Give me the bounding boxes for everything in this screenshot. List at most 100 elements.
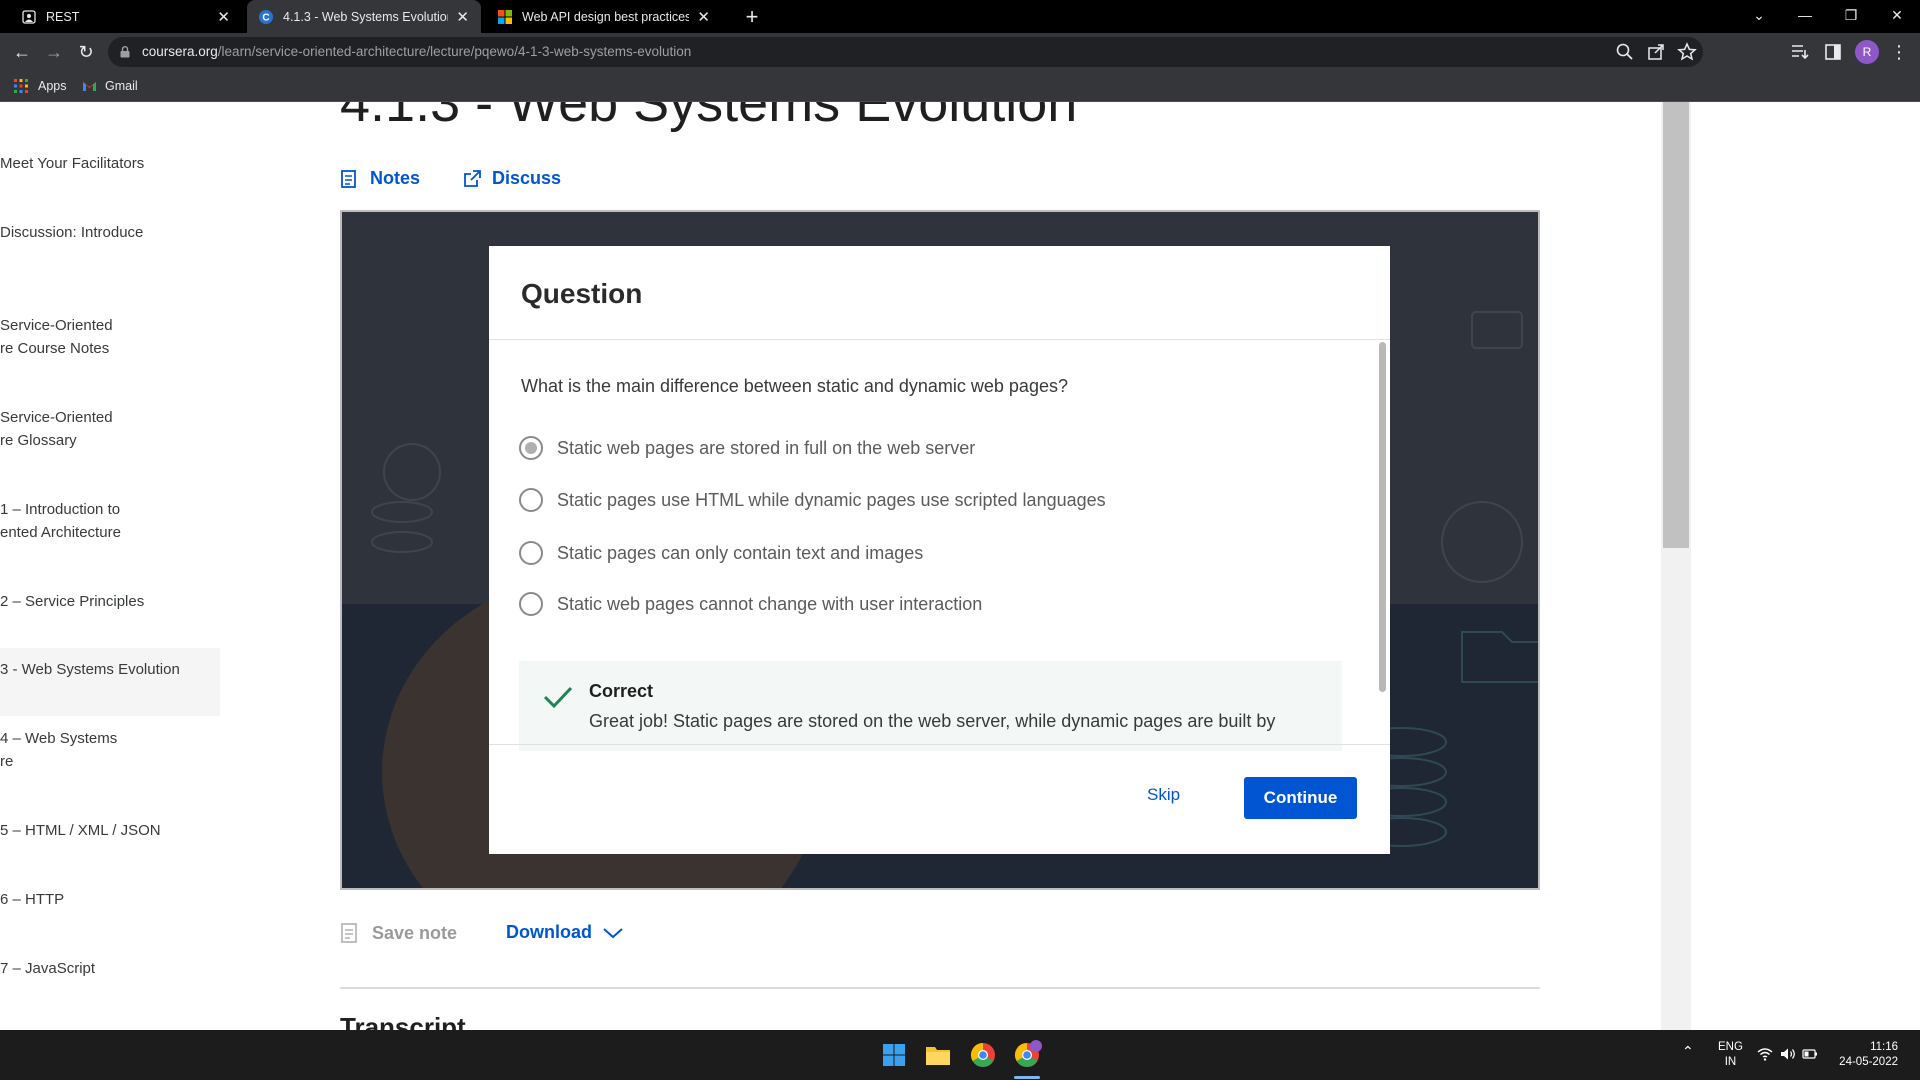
side-panel-icon[interactable] bbox=[1823, 42, 1843, 62]
lock-icon bbox=[120, 46, 130, 58]
reading-list-icon[interactable] bbox=[1790, 42, 1810, 62]
option-4[interactable]: Static web pages cannot change with user… bbox=[519, 590, 982, 618]
sidebar-item-web-systems-evolution[interactable]: 3 - Web Systems Evolution bbox=[0, 648, 220, 716]
address-bar[interactable]: coursera.org/learn/service-oriented-arch… bbox=[108, 37, 1703, 67]
chrome-icon[interactable] bbox=[966, 1038, 1000, 1072]
url-text: coursera.org/learn/service-oriented-arch… bbox=[142, 37, 691, 67]
forward-button[interactable]: → bbox=[40, 38, 68, 66]
profile-avatar[interactable]: R bbox=[1855, 40, 1879, 64]
option-3[interactable]: Static pages can only contain text and i… bbox=[519, 539, 923, 567]
section-divider bbox=[340, 987, 1540, 989]
option-label: Static web pages are stored in full on t… bbox=[557, 437, 976, 458]
browser-menu-icon[interactable]: ⋮ bbox=[1890, 38, 1908, 66]
modal-footer: Skip Continue bbox=[489, 744, 1390, 854]
radio-button[interactable] bbox=[519, 541, 543, 565]
new-tab-button[interactable]: + bbox=[738, 3, 766, 31]
sidebar-item-javascript[interactable]: 7 – JavaScript bbox=[0, 957, 220, 980]
option-2[interactable]: Static pages use HTML while dynamic page… bbox=[519, 486, 1106, 514]
page-scrollbar-thumb[interactable] bbox=[1663, 102, 1689, 548]
sidebar-item-web-systems[interactable]: 4 – Web Systems re bbox=[0, 727, 220, 773]
zoom-icon[interactable] bbox=[1615, 42, 1635, 62]
sidebar-item-discussion[interactable]: Discussion: Introduce bbox=[0, 221, 220, 244]
bookmark-gmail[interactable]: Gmail bbox=[82, 71, 138, 101]
close-tab-icon[interactable]: ✕ bbox=[217, 8, 230, 26]
tab-web-systems-evolution[interactable]: C 4.1.3 - Web Systems Evolution | C ✕ bbox=[247, 0, 481, 33]
radio-button[interactable] bbox=[519, 488, 543, 512]
discuss-label: Discuss bbox=[492, 168, 562, 188]
sidebar-item-html-xml-json[interactable]: 5 – HTML / XML / JSON bbox=[0, 819, 220, 842]
download-dropdown[interactable]: Download bbox=[506, 922, 624, 943]
continue-button[interactable]: Continue bbox=[1244, 777, 1357, 819]
bookmark-star-icon[interactable] bbox=[1677, 42, 1697, 62]
modal-title: Question bbox=[521, 278, 643, 309]
course-outline-sidebar: Meet Your Facilitators Discussion: Intro… bbox=[0, 102, 220, 1030]
svg-text:C: C bbox=[262, 12, 269, 23]
reload-button[interactable]: ↻ bbox=[72, 38, 100, 66]
system-clock[interactable]: 11:16 24-05-2022 bbox=[1818, 1040, 1898, 1070]
microsoft-favicon-icon bbox=[498, 9, 512, 24]
sidebar-item-introduction-soa[interactable]: 1 – Introduction to ented Architecture bbox=[0, 498, 220, 544]
bookmark-apps[interactable]: Apps bbox=[14, 71, 67, 101]
back-button[interactable]: ← bbox=[8, 38, 36, 66]
sidebar-item-service-principles[interactable]: 2 – Service Principles bbox=[0, 590, 220, 613]
tab-rest[interactable]: REST ✕ bbox=[10, 0, 242, 33]
notes-label: Notes bbox=[370, 168, 421, 188]
share-icon[interactable] bbox=[1646, 42, 1666, 62]
bookmark-label: Gmail bbox=[105, 79, 138, 93]
bookmarks-bar: Apps Gmail bbox=[0, 71, 1920, 102]
note-icon bbox=[341, 923, 357, 943]
tab-title: Web API design best practices - / bbox=[522, 9, 690, 24]
radio-button-selected[interactable] bbox=[519, 436, 543, 460]
language-line-2: IN bbox=[1724, 1056, 1737, 1068]
notes-button[interactable]: Notes bbox=[340, 168, 420, 189]
discuss-button[interactable]: Discuss bbox=[462, 168, 561, 189]
language-indicator[interactable]: ENG IN bbox=[1718, 1040, 1743, 1070]
volume-icon[interactable] bbox=[1780, 1047, 1796, 1061]
modal-scrollbar[interactable] bbox=[1379, 342, 1386, 692]
clock-date: 24-05-2022 bbox=[1839, 1056, 1898, 1068]
question-text: What is the main difference between stat… bbox=[521, 376, 1068, 396]
radio-button[interactable] bbox=[519, 592, 543, 616]
chrome-profile-icon[interactable] bbox=[1010, 1038, 1044, 1072]
close-tab-icon[interactable]: ✕ bbox=[697, 8, 710, 26]
close-tab-icon[interactable]: ✕ bbox=[456, 8, 469, 26]
windows-taskbar: ⌃ ENG IN 11:16 24-05-2022 bbox=[0, 1030, 1920, 1080]
skip-button[interactable]: Skip bbox=[1147, 785, 1180, 805]
close-window-button[interactable]: ✕ bbox=[1874, 0, 1920, 33]
sidebar-item-meet-facilitators[interactable]: Meet Your Facilitators bbox=[0, 152, 220, 175]
page-scrollbar[interactable] bbox=[1661, 102, 1691, 1030]
option-1[interactable]: Static web pages are stored in full on t… bbox=[519, 434, 975, 462]
language-line-1: ENG bbox=[1718, 1041, 1743, 1053]
restore-button[interactable]: ❐ bbox=[1828, 0, 1874, 33]
feedback-box: Correct Great job! Static pages are stor… bbox=[519, 661, 1342, 751]
gmail-icon bbox=[83, 82, 96, 91]
option-label: Static pages can only contain text and i… bbox=[557, 542, 924, 563]
windows-start-icon[interactable] bbox=[877, 1038, 911, 1072]
sidebar-item-glossary[interactable]: Service-Oriented re Glossary bbox=[0, 406, 220, 452]
notes-icon bbox=[341, 169, 356, 188]
in-video-quiz-modal: Question What is the main difference bet… bbox=[489, 246, 1390, 854]
sidebar-item-course-notes[interactable]: Service-Oriented re Course Notes bbox=[0, 314, 220, 360]
bookmark-label: Apps bbox=[38, 79, 67, 93]
coursera-page: Meet Your Facilitators Discussion: Intro… bbox=[0, 102, 1920, 1030]
lecture-title: 4.1.3 - Web Systems Evolution bbox=[340, 102, 1078, 133]
coursera-favicon-icon: C bbox=[259, 9, 273, 24]
rest-tab-favicon-icon bbox=[22, 9, 36, 24]
minimize-button[interactable]: — bbox=[1782, 0, 1828, 33]
tab-search-chevron-icon[interactable]: ⌄ bbox=[1736, 0, 1782, 33]
sidebar-item-http[interactable]: 6 – HTTP bbox=[0, 888, 220, 911]
url-host: coursera.org bbox=[142, 44, 218, 59]
battery-icon[interactable] bbox=[1802, 1048, 1818, 1060]
external-link-icon bbox=[464, 169, 481, 187]
option-label: Static pages use HTML while dynamic page… bbox=[557, 489, 1106, 510]
save-note-label: Save note bbox=[372, 922, 458, 943]
tab-title: 4.1.3 - Web Systems Evolution | C bbox=[283, 9, 448, 24]
modal-header: Question bbox=[489, 246, 1390, 340]
tab-web-api-design[interactable]: Web API design best practices - / ✕ bbox=[486, 0, 722, 33]
tab-strip: REST ✕ C 4.1.3 - Web Systems Evolution |… bbox=[0, 0, 1920, 33]
wifi-icon[interactable] bbox=[1757, 1047, 1773, 1061]
file-explorer-icon[interactable] bbox=[921, 1038, 955, 1072]
tray-overflow-chevron-icon[interactable]: ⌃ bbox=[1682, 1043, 1694, 1060]
apps-grid-icon bbox=[14, 79, 28, 93]
save-note-button[interactable]: Save note bbox=[340, 922, 457, 944]
